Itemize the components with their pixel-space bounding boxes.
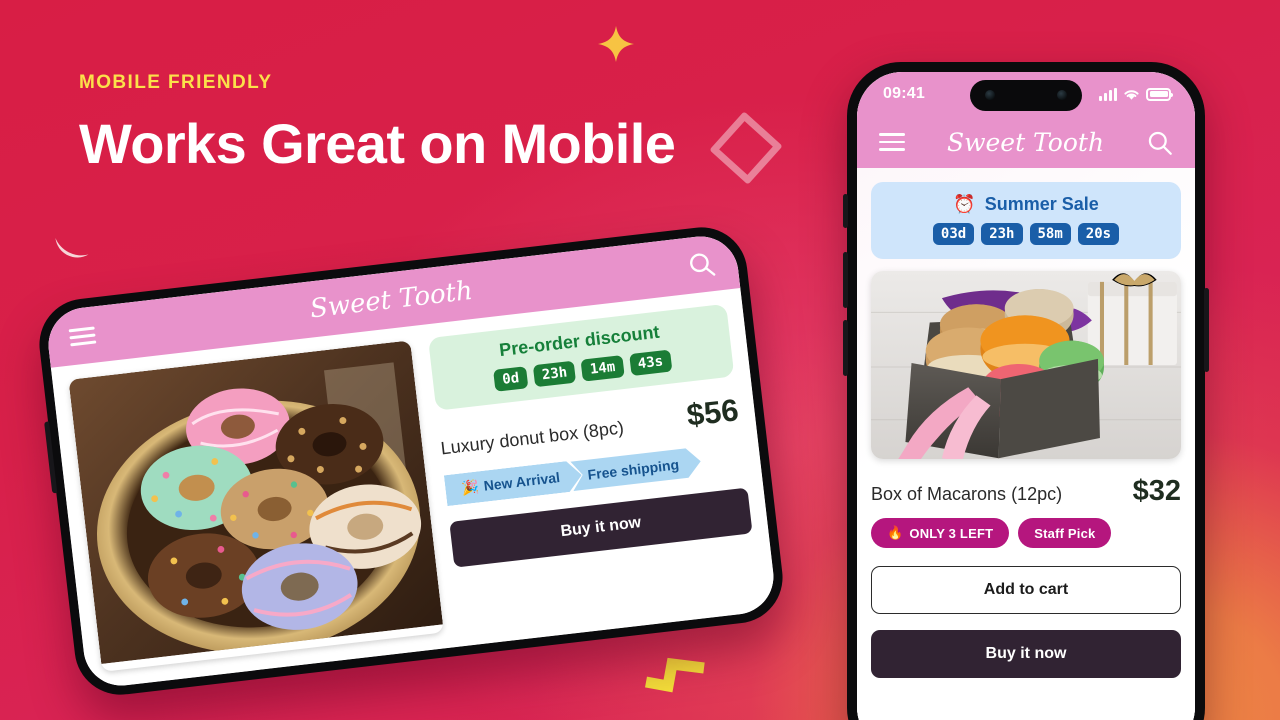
promo-banner-preorder: Pre-order discount 0d 23h 14m 43s	[428, 303, 735, 411]
left-phone-screen: Sweet Tooth Pre-order discount 0d 23h 14…	[44, 232, 778, 690]
outlined-square-icon	[709, 111, 783, 185]
sparkle-star-icon	[598, 26, 634, 62]
countdown-minutes: 14m	[580, 355, 625, 382]
fire-icon: 🔥	[887, 525, 904, 540]
badge-free-shipping: Free shipping	[570, 446, 702, 491]
countdown-days: 0d	[493, 366, 529, 392]
badge-label: Free shipping	[586, 455, 680, 483]
promo-title: Summer Sale	[984, 194, 1099, 214]
countdown-hours: 23h	[532, 360, 577, 388]
right-appbar: Sweet Tooth	[857, 116, 1195, 168]
dynamic-island	[970, 80, 1082, 111]
hero-text-block: MOBILE FRIENDLY Works Great on Mobile	[79, 72, 719, 174]
battery-icon	[1146, 87, 1173, 101]
countdown-hours: 23h	[981, 223, 1023, 245]
right-phone-volume-up-button[interactable]	[843, 252, 848, 308]
badge-new-arrival: 🎉 New Arrival	[444, 460, 584, 507]
party-popper-icon: 🎉	[460, 478, 480, 497]
status-bar: 09:41	[857, 72, 1195, 116]
right-phone-screen: 09:41 Sweet Tooth ⏰ Summer Sale 03d 23h …	[857, 72, 1195, 720]
brand-logo: Sweet Tooth	[946, 127, 1105, 157]
buy-it-now-button[interactable]: Buy it now	[871, 630, 1181, 678]
hamburger-icon[interactable]	[68, 325, 97, 346]
search-icon[interactable]	[1146, 129, 1173, 156]
badge-label: Staff Pick	[1034, 525, 1096, 541]
right-phone-volume-down-button[interactable]	[843, 320, 848, 376]
product-image-macarons[interactable]	[871, 271, 1181, 459]
badge-label: New Arrival	[482, 469, 561, 494]
left-phone-screen-container: Sweet Tooth Pre-order discount 0d 23h 14…	[44, 232, 778, 690]
wifi-icon	[1124, 89, 1139, 100]
countdown-seconds: 43s	[628, 349, 673, 377]
product-badges: 🔥 ONLY 3 LEFT Staff Pick	[871, 518, 1181, 548]
left-phone-mockup: Sweet Tooth Pre-order discount 0d 23h 14…	[34, 222, 788, 700]
product-title-row: Box of Macarons (12pc) $32	[871, 475, 1181, 508]
hero-title: Works Great on Mobile	[79, 111, 676, 175]
zigzag-line-icon	[645, 657, 705, 693]
status-bar-clock: 09:41	[883, 85, 925, 102]
search-icon[interactable]	[686, 249, 717, 280]
right-phone-content: ⏰ Summer Sale 03d 23h 58m 20s Box of Mac…	[857, 168, 1195, 720]
add-to-cart-button[interactable]: Add to cart	[871, 566, 1181, 614]
product-price: $56	[684, 392, 741, 433]
promo-title-row: ⏰ Summer Sale	[879, 194, 1173, 215]
right-phone-screen-container: 09:41 Sweet Tooth ⏰ Summer Sale 03d 23h …	[857, 72, 1195, 720]
countdown-minutes: 58m	[1029, 223, 1071, 245]
right-phone-power-button[interactable]	[1204, 288, 1209, 372]
badge-staff-pick: Staff Pick	[1018, 518, 1112, 548]
hero-eyebrow: MOBILE FRIENDLY	[79, 72, 273, 93]
left-phone-side-button[interactable]	[44, 421, 58, 494]
product-image-donuts[interactable]	[68, 340, 444, 672]
countdown-seconds: 20s	[1077, 223, 1120, 245]
alarm-clock-icon: ⏰	[953, 194, 976, 214]
promo-banner-summer-sale: ⏰ Summer Sale 03d 23h 58m 20s	[871, 182, 1181, 259]
badge-label: ONLY 3 LEFT	[909, 525, 994, 541]
countdown-days: 03d	[932, 223, 975, 245]
right-phone-mute-switch[interactable]	[843, 194, 848, 228]
hamburger-icon[interactable]	[879, 133, 905, 151]
product-price: $32	[1132, 475, 1181, 507]
status-bar-icons	[1099, 87, 1173, 101]
right-phone-mockup: 09:41 Sweet Tooth ⏰ Summer Sale 03d 23h …	[843, 62, 1209, 720]
left-phone-detail-pane: Pre-order discount 0d 23h 14m 43s Luxury…	[428, 303, 760, 631]
crescent-arc-icon	[55, 238, 89, 258]
badge-only-3-left: 🔥 ONLY 3 LEFT	[871, 518, 1010, 548]
product-name: Box of Macarons (12pc)	[871, 484, 1063, 504]
cellular-signal-icon	[1099, 87, 1117, 101]
promo-banner-stage: MOBILE FRIENDLY Works Great on Mobile Sw…	[0, 0, 1280, 720]
product-name: Luxury donut box (8pc)	[439, 417, 625, 459]
countdown-timer: 03d 23h 58m 20s	[879, 223, 1173, 245]
